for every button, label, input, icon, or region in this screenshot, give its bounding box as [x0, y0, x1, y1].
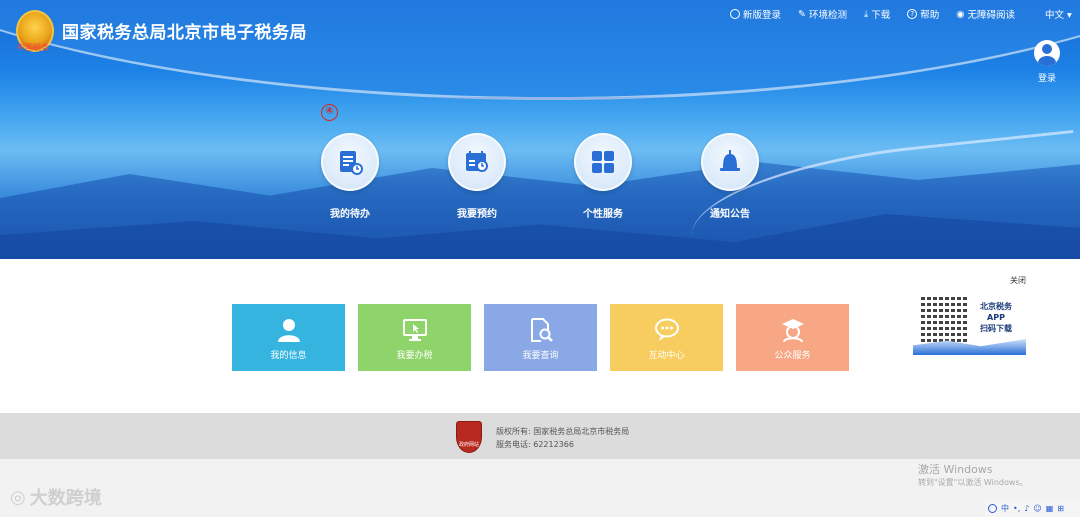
- app-promo-line1: 北京税务: [980, 302, 1012, 311]
- nav-help-label: 帮助: [920, 10, 940, 21]
- person-icon: [275, 316, 303, 344]
- user-icon: [730, 9, 740, 19]
- windows-activation-notice: 激活 Windows 转到"设置"以激活 Windows。: [918, 463, 1028, 489]
- system-tray: 中 •, ♪ ☺ ▦ ⊞: [985, 500, 1080, 517]
- help-icon: ?: [907, 9, 918, 19]
- logo-caption: 中国税务: [17, 43, 49, 52]
- watermark: ◎ 大数跨境: [10, 484, 102, 510]
- quick-link-appointment[interactable]: 我要预约: [442, 133, 512, 220]
- card-handle-tax[interactable]: 我要办税: [358, 304, 471, 371]
- quick-link-personal-service[interactable]: 个性服务: [568, 133, 638, 220]
- document-search-icon: [527, 316, 555, 344]
- nav-new-login-label: 新版登录: [743, 10, 782, 21]
- card-label: 我要查询: [522, 351, 559, 361]
- nav-help[interactable]: ? 帮助: [907, 7, 939, 21]
- watermark-logo-icon: ◎: [10, 486, 26, 508]
- card-query[interactable]: 我要查询: [484, 304, 597, 371]
- bell-icon: [701, 133, 759, 191]
- qr-code-icon: [921, 296, 967, 342]
- microphone-icon[interactable]: ♪: [1024, 504, 1029, 513]
- quick-link-notice[interactable]: 通知公告: [695, 133, 765, 220]
- grid-icon: [574, 133, 632, 191]
- footer-phone: 服务电话: 62212366: [496, 440, 574, 449]
- card-label: 我的信息: [270, 351, 307, 361]
- chevron-down-icon: ▾: [1067, 10, 1072, 21]
- chat-bubble-icon: [653, 316, 681, 344]
- quick-link-label: 个性服务: [583, 209, 623, 220]
- card-label: 我要办税: [396, 351, 433, 361]
- download-icon: ⤓: [864, 8, 869, 20]
- graduate-icon: [779, 316, 807, 344]
- card-interaction-center[interactable]: 互动中心: [610, 304, 723, 371]
- calendar-clock-icon: [448, 133, 506, 191]
- nav-env-check-label: 环境检测: [808, 10, 847, 21]
- quick-link-label: 我的待办: [330, 209, 370, 220]
- ime-language-indicator[interactable]: 中: [1001, 503, 1009, 514]
- nav-new-login[interactable]: 新版登录: [730, 7, 781, 21]
- app-promo-line3: 扫码下载: [980, 324, 1012, 333]
- site-title[interactable]: 国家税务总局北京市电子税务局: [62, 18, 307, 43]
- watermark-text: 大数跨境: [29, 488, 102, 509]
- monitor-cursor-icon: [401, 316, 429, 344]
- login-avatar-icon[interactable]: [1034, 40, 1060, 66]
- eye-icon: ◉: [956, 8, 965, 20]
- nav-env-check[interactable]: ✎ 环境检测: [798, 7, 847, 22]
- footer: 政府网站 版权所有: 国家税务总局北京市税务局 服务电话: 62212366: [0, 413, 1080, 459]
- app-download-promo[interactable]: 北京税务 APP 扫码下载: [913, 293, 1026, 355]
- card-label: 公众服务: [774, 351, 811, 361]
- quick-link-label: 我要预约: [457, 209, 497, 220]
- ime-logo-icon[interactable]: [988, 504, 997, 513]
- emblem-caption: 政府网站: [459, 442, 480, 448]
- step-marker: ④: [321, 104, 338, 121]
- wrench-icon: ✎: [798, 8, 806, 20]
- punctuation-icon[interactable]: •,: [1013, 504, 1020, 513]
- todo-list-icon: [321, 133, 379, 191]
- language-label: 中文: [1045, 10, 1065, 21]
- windows-activation-title: 激活 Windows: [918, 463, 993, 476]
- avatar-head: [1042, 44, 1052, 54]
- nav-download-label: 下载: [871, 10, 891, 21]
- footer-copyright: 版权所有: 国家税务总局北京市税务局: [496, 427, 630, 436]
- nav-download[interactable]: ⤓ 下载: [864, 7, 891, 22]
- user-icon[interactable]: ☺: [1033, 504, 1041, 513]
- footer-info: 版权所有: 国家税务总局北京市税务局 服务电话: 62212366: [496, 425, 629, 451]
- keyboard-icon[interactable]: ▦: [1046, 504, 1054, 513]
- app-promo-line2: APP: [987, 313, 1005, 322]
- card-my-info[interactable]: 我的信息: [232, 304, 345, 371]
- close-promo-link[interactable]: 关闭: [1010, 275, 1026, 286]
- nav-accessibility[interactable]: ◉ 无障碍阅读: [956, 7, 1016, 22]
- apps-grid-icon[interactable]: ⊞: [1057, 504, 1064, 513]
- government-site-emblem-icon[interactable]: 政府网站: [456, 421, 482, 453]
- app-promo-text: 北京税务 APP 扫码下载: [971, 301, 1021, 334]
- avatar-body: [1038, 56, 1056, 66]
- card-label: 互动中心: [648, 351, 685, 361]
- windows-activation-subtitle: 转到"设置"以激活 Windows。: [918, 478, 1028, 487]
- quick-link-todo[interactable]: 我的待办: [315, 133, 385, 220]
- card-public-service[interactable]: 公众服务: [736, 304, 849, 371]
- language-select[interactable]: 中文 ▾: [1045, 7, 1072, 21]
- quick-link-label: 通知公告: [710, 209, 750, 220]
- top-navigation: 新版登录 ✎ 环境检测 ⤓ 下载 ? 帮助 ◉ 无障碍阅读: [730, 7, 1032, 21]
- login-link[interactable]: 登录: [1038, 71, 1056, 84]
- nav-accessibility-label: 无障碍阅读: [967, 10, 1016, 21]
